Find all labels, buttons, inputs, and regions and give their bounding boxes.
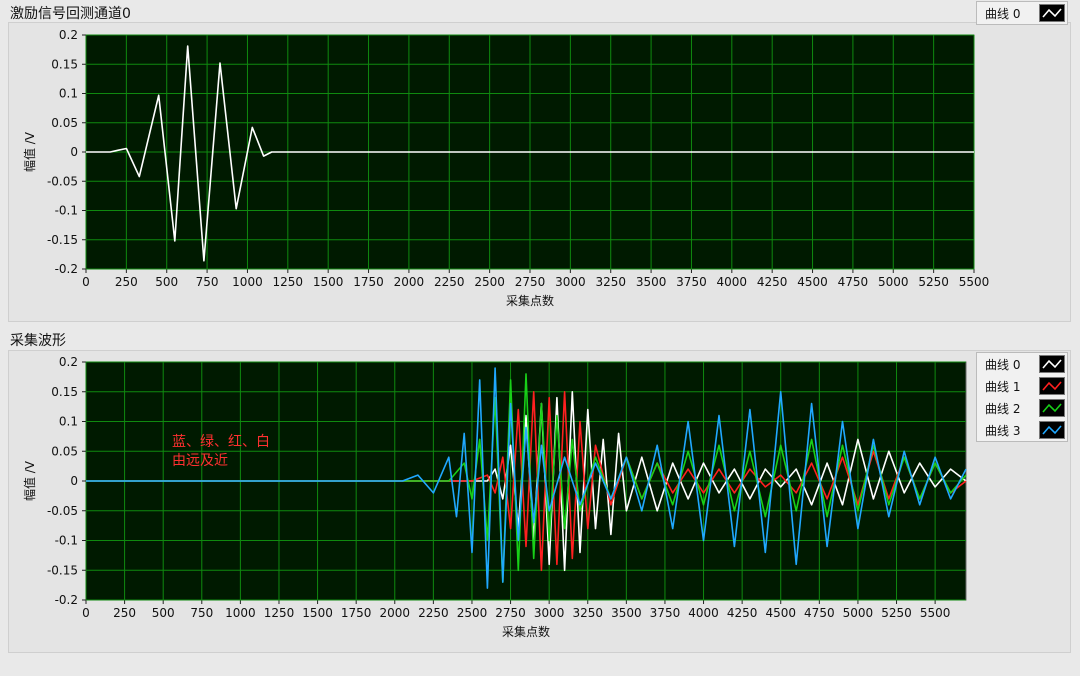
acquisition-annotation: 蓝、绿、红、白: [172, 434, 270, 450]
acquisition-x-tick-label: 250: [113, 606, 136, 620]
acquisition-y-tick-label: 0: [70, 474, 78, 488]
acquisition-x-tick-label: 5250: [881, 606, 912, 620]
acquisition-x-tick-label: 3750: [650, 606, 681, 620]
acquisition-y-tick-label: -0.05: [47, 504, 78, 518]
acquisition-chart: 0 250 500 750 1000 1250 1500 1750 2000 2250 2500 27…: [22, 355, 967, 639]
acquisition-y-tick-label: -0.1: [55, 534, 78, 548]
acquisition-x-tick-label: 750: [190, 606, 213, 620]
acquisition-x-tick-label: 500: [152, 606, 175, 620]
acquisition-y-tick-label: -0.15: [47, 563, 78, 577]
acquisition-x-tick-label: 4500: [765, 606, 796, 620]
acquisition-y-tick-label: -0.2: [55, 593, 78, 607]
acquisition-y-tick-label: 0.05: [51, 444, 78, 458]
acquisition-y-tick-label: 0.1: [59, 415, 78, 429]
acquisition-x-axis-label: 采集点数: [502, 624, 550, 639]
acquisition-y-axis-label: 幅值 /V: [22, 460, 37, 501]
acquisition-x-tick-label: 3250: [572, 606, 603, 620]
acquisition-y-tick-label: 0.15: [51, 385, 78, 399]
acquisition-x-tick-label: 1750: [341, 606, 372, 620]
acquisition-x-tick-label: 5500: [920, 606, 951, 620]
acquisition-x-tick-label: 1000: [225, 606, 256, 620]
acquisition-x-tick-label: 1500: [302, 606, 333, 620]
acquisition-x-tick-label: 4000: [688, 606, 719, 620]
acquisition-x-tick-label: 2000: [379, 606, 410, 620]
acquisition-x-tick-label: 5000: [843, 606, 874, 620]
acquisition-annotation: 由远及近: [172, 453, 228, 469]
acquisition-x-tick-label: 4250: [727, 606, 758, 620]
acquisition-x-tick-label: 0: [82, 606, 90, 620]
acquisition-x-tick-label: 2750: [495, 606, 526, 620]
acquisition-x-tick-label: 4750: [804, 606, 835, 620]
acquisition-y-tick-label: 0.2: [59, 355, 78, 369]
acquisition-x-tick-label: 1250: [264, 606, 295, 620]
acquisition-x-tick-label: 3500: [611, 606, 642, 620]
acquisition-x-tick-label: 2500: [457, 606, 488, 620]
acquisition-x-tick-label: 3000: [534, 606, 565, 620]
acquisition-x-tick-label: 2250: [418, 606, 449, 620]
